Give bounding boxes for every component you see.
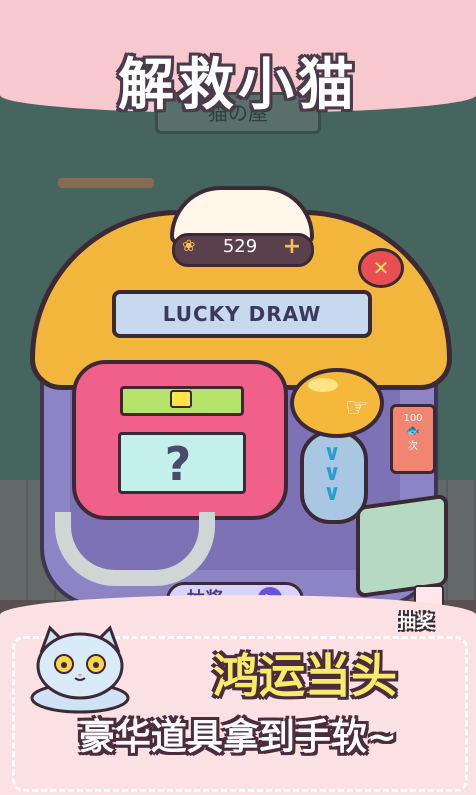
- wall-shelf: [58, 178, 154, 188]
- game-title: 解救小猫: [118, 53, 358, 118]
- price-per-unit: 次: [408, 441, 418, 452]
- lever-shine: [308, 378, 338, 392]
- mystery-prize-question-mark: ?: [164, 437, 192, 491]
- tap-hand-icon: ☞: [345, 393, 369, 423]
- corner-draw-label[interactable]: 抽奖: [398, 608, 476, 632]
- down-arrows-icon: ∨ ∨ ∨: [323, 441, 341, 506]
- price-amount: 100: [403, 413, 423, 424]
- price-tag: 100 🐟 次: [390, 404, 436, 474]
- lucky-draw-banner: LUCKY DRAW: [112, 290, 372, 338]
- fish-coin-icon: ❀: [182, 236, 196, 255]
- coin-count: 529: [222, 236, 258, 257]
- slogan-line-2: 豪华道具拿到手软~: [78, 717, 398, 758]
- prize-drop-box: [356, 493, 448, 599]
- add-coins-button[interactable]: +: [280, 233, 304, 261]
- fish-coin-icon: 🐟: [406, 424, 420, 437]
- close-button[interactable]: ✕: [358, 248, 404, 288]
- slogan-line-1: 鸿运当头: [213, 649, 397, 703]
- cat-mascot-icon: [30, 625, 130, 714]
- indicator-light: [170, 390, 192, 408]
- close-icon: ✕: [372, 256, 390, 280]
